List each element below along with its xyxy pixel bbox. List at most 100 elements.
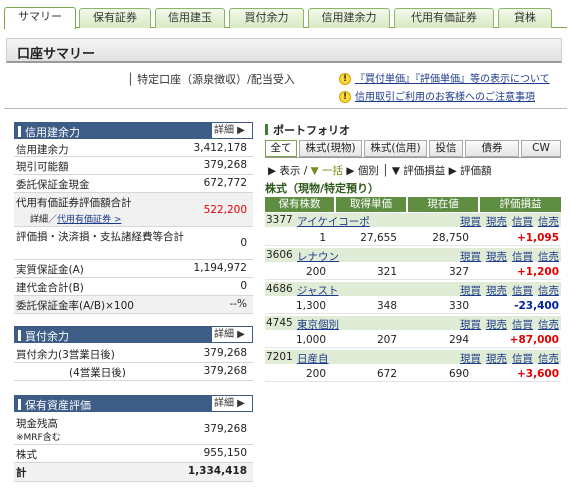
row-label: 代用有価証券評価額合計	[16, 197, 132, 209]
row-label: (4営業日後)	[69, 367, 126, 379]
holding-row: 1 27,655 28,750 +1,095	[265, 229, 561, 246]
toolbar-sep: /	[303, 165, 308, 177]
holding-cost: 27,655	[360, 232, 397, 244]
margin-sell-link[interactable]: 信売	[538, 319, 559, 331]
portfolio-tab-all[interactable]: 全て	[265, 140, 297, 157]
row-value: 379,268	[203, 347, 247, 359]
notice-link-display-price[interactable]: 『買付単価』『評価単価』等の表示について	[355, 74, 550, 85]
tab-collateral-securities[interactable]: 代用有価証券	[394, 8, 494, 28]
margin-row-collateral: 代用有価証券評価額合計 詳細／代用有価証券 > 522,200	[14, 193, 253, 227]
holding-header: 4745 東京個別 現買 現売 信買 信売	[265, 316, 561, 332]
margin-sell-link[interactable]: 信売	[538, 251, 559, 263]
margin-capacity-header: 信用建余力 詳細 ▶	[14, 122, 253, 139]
portfolio-tab-margin-stock[interactable]: 株式(信用)	[364, 140, 427, 157]
holding-name-link[interactable]: 日産自	[297, 351, 329, 366]
cash-sell-link[interactable]: 現売	[486, 251, 507, 263]
tab-margin-capacity[interactable]: 信用建余力	[308, 8, 390, 28]
cash-sell-link[interactable]: 現売	[486, 319, 507, 331]
portfolio-tab-funds[interactable]: 投信	[429, 140, 463, 157]
holding-code: 4745	[266, 317, 293, 329]
holding-name-link[interactable]: アイケイコーポ	[297, 214, 370, 229]
holding-row: 1,300 348 330 -23,400	[265, 297, 561, 314]
holding-header: 4686 ジャスト 現買 現売 信買 信売	[265, 282, 561, 298]
margin-row: 現引可能額 379,268	[14, 157, 253, 175]
holding-shares: 1	[319, 232, 326, 244]
cash-buy-link[interactable]: 現買	[460, 216, 481, 228]
col-header-shares: 保有株数	[265, 197, 334, 212]
holding-row: 1,000 207 294 +87,000	[265, 331, 561, 348]
toolbar-bulk[interactable]: ▼ 一括	[311, 165, 343, 177]
toolbar-eval-pl[interactable]: ▼ 評価損益	[392, 165, 445, 177]
holding-cost: 348	[376, 300, 397, 312]
cash-buy-link[interactable]: 現買	[460, 353, 481, 365]
margin-buy-link[interactable]: 信買	[512, 285, 533, 297]
collateral-securities-link[interactable]: 代用有価証券 >	[57, 215, 121, 225]
holding-actions: 現買 現売 信買 信売	[455, 317, 559, 332]
row-label: 信用建余力	[16, 144, 69, 156]
portfolio-tab-bonds[interactable]: 債券	[465, 140, 519, 157]
holding-cost: 321	[376, 266, 397, 278]
buying-row: (4営業日後) 379,268	[14, 363, 253, 381]
cash-sell-link[interactable]: 現売	[486, 216, 507, 228]
assets-total-row: 計 1,334,418	[14, 463, 253, 482]
buying-power-detail-link[interactable]: 詳細 ▶	[212, 327, 252, 342]
row-sublabel: ※MRF含む	[16, 433, 61, 443]
holding-code: 3606	[266, 249, 293, 261]
tab-buying-power[interactable]: 買付余力	[229, 8, 304, 28]
holding-name-link[interactable]: 東京個別	[297, 317, 339, 332]
assets-title: 保有資産評価	[18, 397, 91, 413]
main-tab-bar: サマリー 保有証券 信用建玉 買付余力 信用建余力 代用有価証券 貸株	[4, 6, 567, 29]
tab-stock-lending[interactable]: 貸株	[498, 8, 552, 28]
holding-shares: 1,000	[295, 334, 326, 346]
row-value: 0	[240, 280, 247, 292]
margin-row: 信用建余力 3,412,178	[14, 140, 253, 157]
toolbar-individual[interactable]: ▶ 個別	[346, 165, 378, 177]
margin-buy-link[interactable]: 信買	[512, 353, 533, 365]
tab-margin-positions[interactable]: 信用建玉	[155, 8, 225, 28]
notice-link-margin-caution[interactable]: 信用取引ご利用のお客様へのご注意事項	[355, 92, 535, 103]
row-value: 522,200	[203, 204, 247, 216]
margin-capacity-detail-link[interactable]: 詳細 ▶	[212, 123, 252, 138]
buying-row: 買付余力(3営業日後) 379,268	[14, 345, 253, 363]
buying-power-header: 買付余力 詳細 ▶	[14, 326, 253, 343]
margin-buy-link[interactable]: 信買	[512, 216, 533, 228]
tab-holdings[interactable]: 保有証券	[79, 8, 151, 28]
holding-header: 3606 レナウン 現買 現売 信買 信売	[265, 248, 561, 264]
margin-buy-link[interactable]: 信買	[512, 319, 533, 331]
toolbar-eval-amount[interactable]: ▶ 評価額	[449, 165, 492, 177]
cash-buy-link[interactable]: 現買	[460, 319, 481, 331]
row-value: --%	[229, 298, 247, 310]
notice-margin-caution: ! 信用取引ご利用のお客様へのご注意事項	[339, 88, 535, 103]
assets-row: 現金残高 ※MRF含む 379,268	[14, 414, 253, 445]
assets-detail-link[interactable]: 詳細 ▶	[212, 396, 252, 411]
margin-sell-link[interactable]: 信売	[538, 216, 559, 228]
cash-buy-link[interactable]: 現買	[460, 251, 481, 263]
margin-row: 建代金合計(B) 0	[14, 278, 253, 296]
margin-row: 実質保証金(A) 1,194,972	[14, 260, 253, 278]
row-label: 建代金合計(B)	[16, 282, 84, 294]
holding-name-link[interactable]: レナウン	[297, 249, 339, 264]
portfolio-tab-cw[interactable]: CW	[521, 140, 561, 157]
margin-sell-link[interactable]: 信売	[538, 353, 559, 365]
holding-shares: 200	[305, 266, 326, 278]
cash-sell-link[interactable]: 現売	[486, 353, 507, 365]
assets-row: 株式 955,150	[14, 445, 253, 463]
cash-sell-link[interactable]: 現売	[486, 285, 507, 297]
margin-sell-link[interactable]: 信売	[538, 285, 559, 297]
margin-row: 評価損・決済損・支払諸経費等合計 0	[14, 227, 253, 260]
info-icon: !	[339, 73, 351, 85]
col-header-cost: 取得単価	[336, 197, 406, 212]
margin-buy-link[interactable]: 信買	[512, 251, 533, 263]
cash-buy-link[interactable]: 現買	[460, 285, 481, 297]
holding-actions: 現買 現売 信買 信売	[455, 214, 559, 229]
holding-shares: 1,300	[295, 300, 326, 312]
holding-actions: 現買 現売 信買 信売	[455, 283, 559, 298]
account-type: │ 特定口座（源泉徴収）/配当受入	[127, 73, 295, 86]
col-header-price: 現在値	[408, 197, 478, 212]
tab-summary[interactable]: サマリー	[4, 7, 76, 29]
portfolio-tab-underline	[265, 157, 561, 158]
portfolio-tab-cash-stock[interactable]: 株式(現物)	[299, 140, 362, 157]
holding-pl: -23,400	[514, 300, 559, 312]
holding-name-link[interactable]: ジャスト	[297, 283, 338, 298]
portfolio-title: ポートフォリオ	[265, 122, 350, 138]
